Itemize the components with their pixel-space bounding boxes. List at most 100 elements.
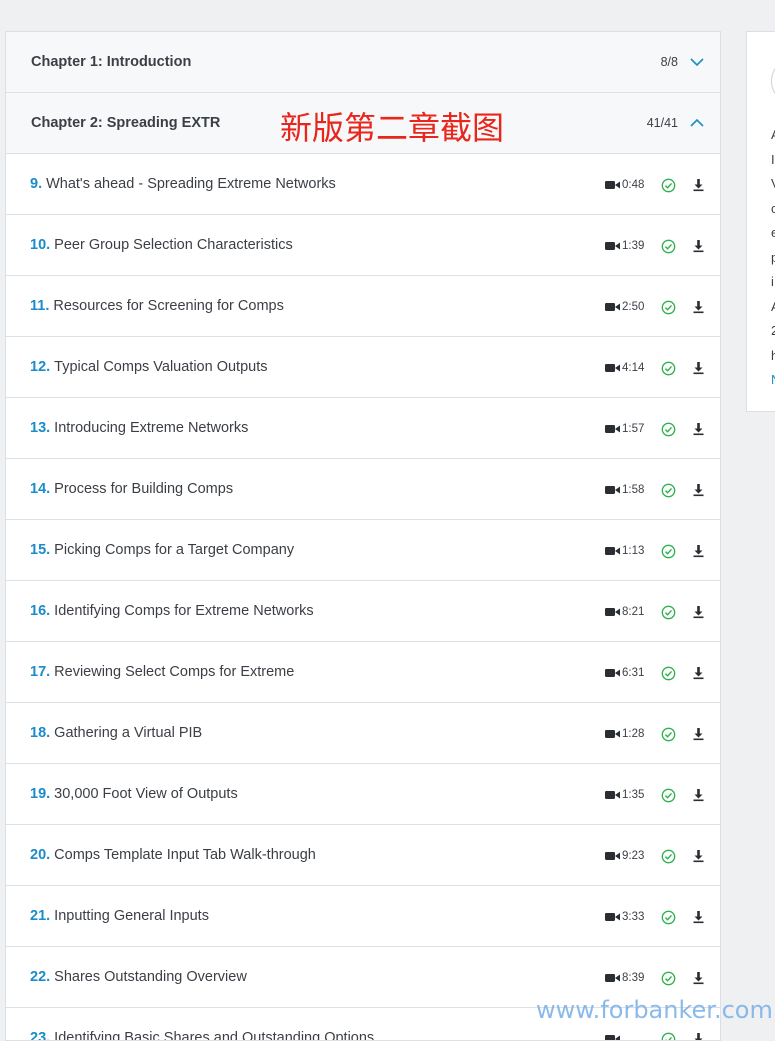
lesson-row[interactable]: 18.Gathering a Virtual PIB 1:28 xyxy=(6,703,720,764)
lesson-row[interactable]: 9.What's ahead - Spreading Extreme Netwo… xyxy=(6,154,720,215)
lesson-title[interactable]: 10.Peer Group Selection Characteristics xyxy=(30,215,293,276)
lesson-title[interactable]: 22.Shares Outstanding Overview xyxy=(30,947,247,1008)
lesson-title[interactable]: 23.Identifying Basic Shares and Outstand… xyxy=(30,1008,374,1041)
check-circle-icon xyxy=(661,178,676,193)
side-card-text: h xyxy=(771,349,775,363)
lesson-number: 14. xyxy=(30,481,50,497)
check-circle-icon xyxy=(661,971,676,986)
lesson-row[interactable]: 13.Introducing Extreme Networks 1:57 xyxy=(6,398,720,459)
lesson-row[interactable]: 21.Inputting General Inputs3:33 xyxy=(6,886,720,947)
download-icon[interactable] xyxy=(692,605,705,619)
download-icon[interactable] xyxy=(692,300,705,314)
lesson-row[interactable]: 14.Process for Building Comps1:58 xyxy=(6,459,720,520)
lesson-title[interactable]: 13.Introducing Extreme Networks xyxy=(30,398,248,459)
lesson-label: Picking Comps for a Target Company xyxy=(54,542,294,558)
video-camera-icon xyxy=(605,668,620,678)
lesson-duration: 4:14 xyxy=(622,337,644,400)
lesson-title[interactable]: 11.Resources for Screening for Comps xyxy=(30,276,284,337)
lesson-label: Resources for Screening for Comps xyxy=(53,298,284,314)
side-card-text: V xyxy=(771,177,775,191)
video-camera-icon xyxy=(605,912,620,922)
check-circle-icon xyxy=(661,544,676,559)
download-icon[interactable] xyxy=(692,849,705,863)
lesson-number: 19. xyxy=(30,786,50,802)
lesson-title[interactable]: 12.Typical Comps Valuation Outputs xyxy=(30,337,267,398)
video-camera-icon xyxy=(605,180,620,190)
lesson-row[interactable]: 19.30,000 Foot View of Outputs 1:35 xyxy=(6,764,720,825)
check-circle-icon xyxy=(661,849,676,864)
lesson-row[interactable]: 12.Typical Comps Valuation Outputs 4:14 xyxy=(6,337,720,398)
side-card-link[interactable]: N xyxy=(771,373,775,387)
download-icon[interactable] xyxy=(692,544,705,558)
check-circle-icon xyxy=(661,483,676,498)
chevron-up-icon[interactable] xyxy=(689,115,705,131)
chapter-2-header[interactable]: Chapter 2: Spreading EXTR 新版第二章截图 41/41 xyxy=(6,93,720,154)
lesson-title[interactable]: 17.Reviewing Select Comps for Extreme xyxy=(30,642,294,703)
download-icon[interactable] xyxy=(692,483,705,497)
lesson-title[interactable]: 20.Comps Template Input Tab Walk-through xyxy=(30,825,316,886)
lesson-row[interactable]: 17.Reviewing Select Comps for Extreme 6:3… xyxy=(6,642,720,703)
lesson-title[interactable]: 21.Inputting General Inputs xyxy=(30,886,209,947)
chevron-down-icon[interactable] xyxy=(689,54,705,70)
video-camera-icon xyxy=(605,546,620,556)
lesson-label: Comps Template Input Tab Walk-through xyxy=(54,847,316,863)
side-card-text: 2 xyxy=(771,324,775,338)
lesson-title[interactable]: 9.What's ahead - Spreading Extreme Netwo… xyxy=(30,154,336,215)
side-info-card: AIVcepiA2hN xyxy=(746,31,775,412)
lesson-label: Inputting General Inputs xyxy=(54,908,209,924)
video-camera-icon xyxy=(605,973,620,983)
lesson-duration: 8:21 xyxy=(622,581,644,644)
lesson-label: Identifying Basic Shares and Outstanding… xyxy=(54,1030,374,1041)
lesson-row[interactable]: 11.Resources for Screening for Comps2:50 xyxy=(6,276,720,337)
lesson-title[interactable]: 18.Gathering a Virtual PIB xyxy=(30,703,202,764)
check-circle-icon xyxy=(661,300,676,315)
chapter-progress-count: 41/41 xyxy=(647,93,678,154)
download-icon[interactable] xyxy=(692,971,705,985)
lesson-number: 16. xyxy=(30,603,50,619)
lesson-title[interactable]: 19.30,000 Foot View of Outputs xyxy=(30,764,238,825)
video-camera-icon xyxy=(605,241,620,251)
download-icon[interactable] xyxy=(692,666,705,680)
lesson-title[interactable]: 15.Picking Comps for a Target Company xyxy=(30,520,294,581)
lesson-duration: 1:35 xyxy=(622,764,644,827)
check-circle-icon xyxy=(661,788,676,803)
video-camera-icon xyxy=(605,729,620,739)
side-card-text: I xyxy=(771,153,775,167)
lesson-duration: 1:28 xyxy=(622,703,644,766)
video-camera-icon xyxy=(605,851,620,861)
lesson-duration: 1:57 xyxy=(622,398,644,461)
download-icon[interactable] xyxy=(692,1032,705,1041)
download-icon[interactable] xyxy=(692,422,705,436)
lesson-label: Shares Outstanding Overview xyxy=(54,969,247,985)
lesson-title[interactable]: 14.Process for Building Comps xyxy=(30,459,233,520)
download-icon[interactable] xyxy=(692,239,705,253)
video-camera-icon xyxy=(605,790,620,800)
download-icon[interactable] xyxy=(692,361,705,375)
lesson-duration: 6:31 xyxy=(622,642,644,705)
chapter-title: Chapter 2: Spreading EXTR xyxy=(31,93,220,154)
course-outline-panel: Chapter 1: Introduction 8/8 Chapter 2: S… xyxy=(5,31,721,1041)
chapter-1-header[interactable]: Chapter 1: Introduction 8/8 xyxy=(6,32,720,93)
lesson-number: 11. xyxy=(30,298,49,314)
side-card-text: p xyxy=(771,251,775,265)
video-camera-icon xyxy=(605,485,620,495)
lesson-row[interactable]: 16.Identifying Comps for Extreme Network… xyxy=(6,581,720,642)
lesson-label: 30,000 Foot View of Outputs xyxy=(54,786,238,802)
lesson-title[interactable]: 16.Identifying Comps for Extreme Network… xyxy=(30,581,314,642)
lesson-label: Typical Comps Valuation Outputs xyxy=(54,359,267,375)
download-icon[interactable] xyxy=(692,178,705,192)
lesson-row[interactable]: 15.Picking Comps for a Target Company1:1… xyxy=(6,520,720,581)
side-card-text: i xyxy=(771,275,774,289)
lesson-row[interactable]: 10.Peer Group Selection Characteristics1… xyxy=(6,215,720,276)
video-camera-icon xyxy=(605,1034,620,1041)
lesson-number: 13. xyxy=(30,420,50,436)
lesson-duration: 9:23 xyxy=(622,825,644,888)
lesson-number: 17. xyxy=(30,664,50,680)
download-icon[interactable] xyxy=(692,910,705,924)
download-icon[interactable] xyxy=(692,788,705,802)
video-camera-icon xyxy=(605,424,620,434)
video-camera-icon xyxy=(605,363,620,373)
lesson-label: Identifying Comps for Extreme Networks xyxy=(54,603,313,619)
lesson-row[interactable]: 20.Comps Template Input Tab Walk-through… xyxy=(6,825,720,886)
download-icon[interactable] xyxy=(692,727,705,741)
